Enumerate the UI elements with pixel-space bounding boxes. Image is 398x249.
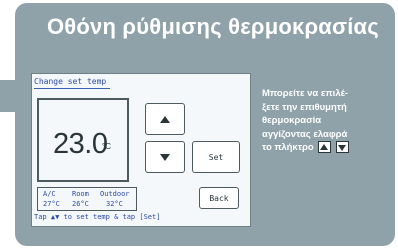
instruction-text: Μπορείτε να επιλέ- ξετε την επιθυμητή θε… — [262, 87, 384, 155]
set-temperature-display: 23.0 °C — [37, 98, 129, 182]
screen-title: Change set temp — [34, 77, 107, 86]
instruction-line: ξετε την επιθυμητή — [262, 101, 347, 113]
triangle-up-icon — [160, 115, 170, 123]
temp-up-button[interactable] — [145, 103, 185, 135]
temp-down-button[interactable] — [145, 141, 185, 173]
screen-hint: Tap ▲▼ to set temp & tap [Set] — [34, 213, 161, 221]
ac-value: 27°C — [43, 200, 60, 208]
outdoor-label: Outdoor — [100, 190, 130, 198]
outdoor-value: 32°C — [106, 200, 123, 208]
screen-title-underline — [34, 88, 110, 89]
back-button[interactable]: Back — [199, 187, 239, 209]
instruction-line-with-keys: το πλήκτρο — [262, 141, 384, 155]
room-label: Room — [72, 190, 89, 198]
up-key-icon — [318, 141, 332, 154]
room-value: 26°C — [72, 200, 89, 208]
temperature-unit: °C — [102, 142, 111, 151]
page-title: Οθόνη ρύθμισης θερμοκρασίας — [47, 14, 379, 39]
temperature-info-panel: A/C Room Outdoor 27°C 26°C 32°C — [37, 187, 137, 211]
instruction-line: Μπορείτε να επιλέ- — [262, 88, 349, 99]
instruction-line: αγγίζοντας ελαφρά — [262, 128, 348, 140]
down-key-icon — [335, 141, 349, 154]
ac-label: A/C — [43, 190, 56, 198]
instruction-line: το πλήκτρο — [262, 142, 314, 153]
controller-screen: Change set temp 23.0 °C Set A/C Room Out… — [31, 73, 251, 227]
set-button[interactable]: Set — [192, 141, 240, 173]
temperature-value: 23.0 — [53, 128, 108, 160]
callout-leader — [0, 80, 16, 112]
triangle-down-icon — [160, 153, 170, 161]
instruction-line: θερμοκρασία — [262, 115, 322, 126]
